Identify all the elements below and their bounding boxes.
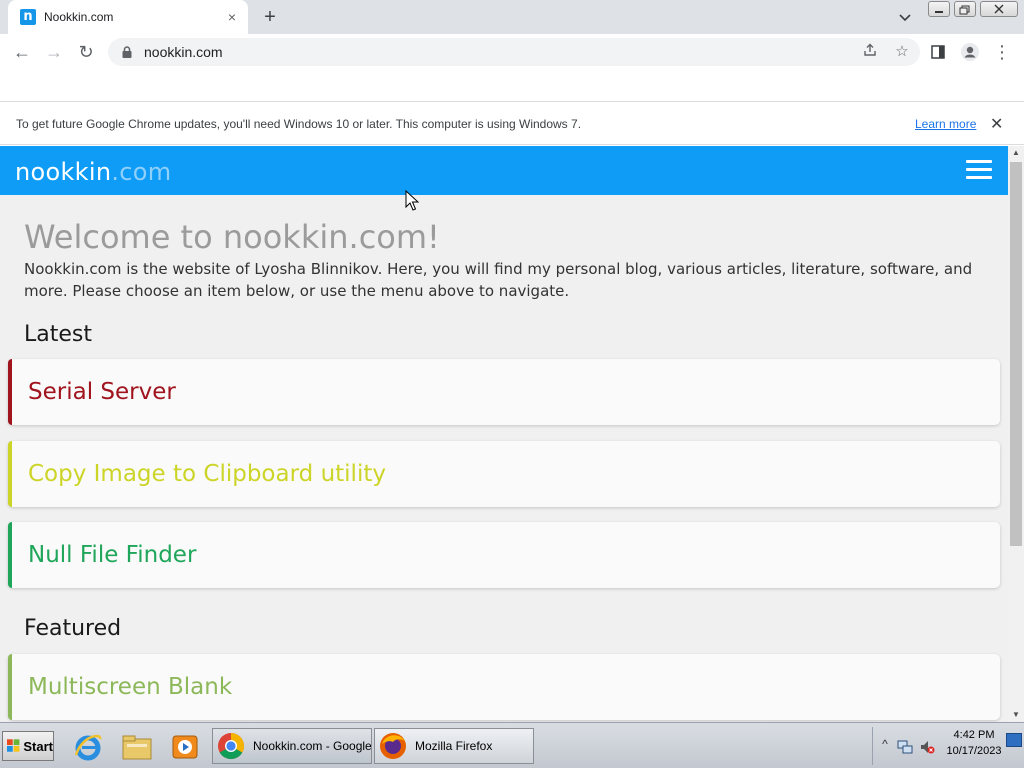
task-label: Nookkin.com - Google... [253,739,372,753]
restore-icon[interactable] [954,1,976,17]
bookmark-star-icon[interactable]: ☆ [892,42,912,62]
page-title: Welcome to nookkin.com! [24,218,440,256]
tab-close-icon[interactable]: × [224,9,240,25]
media-player-icon[interactable] [168,731,202,763]
update-infobar: To get future Google Chrome updates, you… [0,103,1024,145]
chrome-menu-icon[interactable]: ⋮ [990,40,1014,64]
scrollbar-thumb[interactable] [1010,162,1022,546]
tab-strip: n Nookkin.com × + [0,0,1024,34]
share-icon[interactable] [860,42,880,62]
page-scrollbar[interactable]: ▲ ▼ [1008,146,1024,722]
card-accent [8,654,12,720]
card-serial-server[interactable]: Serial Server [8,359,1000,425]
tab-title: Nookkin.com [44,10,114,24]
logo-tld: .com [111,158,172,186]
start-button[interactable]: Start [2,731,54,761]
taskbar-chrome-window[interactable]: Nookkin.com - Google... [212,728,372,764]
site-header: nookkin.com [0,146,1008,195]
minimize-icon[interactable] [928,1,950,17]
back-icon[interactable]: ← [10,40,34,64]
system-clock[interactable]: 4:42 PM 10/17/2023 [942,727,1006,759]
hamburger-menu-icon[interactable] [966,160,992,180]
card-copy-image-to-clipboard[interactable]: Copy Image to Clipboard utility [8,441,1000,507]
windows-flag-icon [7,739,20,752]
browser-toolbar: ← → ↻ nookkin.com ☆ ⋮ [0,34,1024,70]
favicon-icon: n [20,9,36,25]
intro-paragraph: Nookkin.com is the website of Lyosha Bli… [24,260,973,300]
infobar-message: To get future Google Chrome updates, you… [16,116,582,131]
profile-icon[interactable] [958,40,982,64]
network-icon[interactable] [897,739,913,755]
card-label[interactable]: Null File Finder [28,542,196,568]
forward-icon[interactable]: → [42,40,66,64]
bookmark-bar [0,70,1024,102]
featured-heading: Featured [24,616,122,641]
url-text[interactable]: nookkin.com [144,44,223,60]
tray-expand-icon[interactable]: ^ [877,737,893,753]
chrome-icon [218,733,245,760]
task-label: Mozilla Firefox [415,739,493,753]
sidepanel-icon[interactable] [926,40,950,64]
taskbar-firefox-window[interactable]: Mozilla Firefox [374,728,534,764]
window-close-icon[interactable] [980,1,1018,17]
address-bar[interactable]: nookkin.com ☆ [108,38,920,66]
card-accent [8,522,12,588]
mouse-cursor-icon [405,189,420,212]
card-label[interactable]: Copy Image to Clipboard utility [28,461,386,487]
card-multiscreen-blank[interactable]: Multiscreen Blank [8,654,1000,720]
internet-explorer-icon[interactable] [72,731,106,763]
clock-date: 10/17/2023 [946,745,1002,757]
scroll-up-icon[interactable]: ▲ [1008,146,1024,160]
reload-icon[interactable]: ↻ [74,40,98,64]
site-logo[interactable]: nookkin.com [15,158,171,186]
card-null-file-finder[interactable]: Null File Finder [8,522,1000,588]
page-viewport: nookkin.com Welcome to nookkin.com! Nook… [0,146,1008,722]
volume-muted-icon[interactable] [919,739,935,755]
new-tab-button[interactable]: + [258,6,282,28]
show-desktop-button[interactable] [1006,733,1022,747]
scroll-down-icon[interactable]: ▼ [1008,708,1024,722]
logo-name: nookkin [15,158,112,186]
windows-taskbar: Start Nookkin.com - Google... Mozilla Fi… [0,722,1024,768]
card-label[interactable]: Multiscreen Blank [28,674,232,700]
start-label: Start [23,738,53,754]
tab-nookkin[interactable]: n Nookkin.com × [8,0,248,34]
card-label[interactable]: Serial Server [28,379,176,405]
windows-explorer-icon[interactable] [120,731,154,763]
tab-search-icon[interactable] [896,8,914,26]
card-accent [8,441,12,507]
firefox-icon [380,733,406,759]
latest-heading: Latest [24,322,92,347]
lock-icon[interactable] [120,45,134,59]
infobar-close-icon[interactable]: ✕ [990,114,1003,134]
clock-time: 4:42 PM [953,729,995,741]
card-accent [8,359,12,425]
learn-more-link[interactable]: Learn more [915,117,976,131]
